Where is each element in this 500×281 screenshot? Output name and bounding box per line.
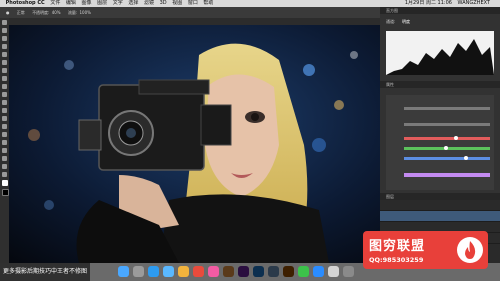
menu-bar: Photoshop CC 文件 编辑 图像 图层 文字 选择 滤镜 3D 视图 … [0,0,500,7]
mail-icon[interactable] [163,266,174,277]
crop-tool-icon[interactable] [2,52,7,57]
menu-edit[interactable]: 编辑 [66,0,76,7]
username[interactable]: WANGZHEXT [458,0,490,7]
app-icon[interactable] [343,266,354,277]
menu-file[interactable]: 文件 [50,0,60,7]
menu-window[interactable]: 窗口 [188,0,198,7]
tool-panel [0,18,9,263]
subtitle-caption: 更多摄影后期技巧中王者不修图 [0,263,91,281]
launchpad-icon[interactable] [133,266,144,277]
zoom-tool-icon[interactable] [2,172,7,177]
app-icon[interactable] [328,266,339,277]
opacity-value[interactable]: 40% [52,10,61,15]
watermark-title: 图穷联盟 [369,239,426,254]
menu-layer[interactable]: 图层 [97,0,107,7]
type-tool-icon[interactable] [2,140,7,145]
shape-tool-icon[interactable] [2,156,7,161]
itunes-icon[interactable] [208,266,219,277]
wechat-icon[interactable] [298,266,309,277]
histogram-graph [386,39,494,75]
watermark-qq: QQ:985303259 [369,256,424,264]
pen-tool-icon[interactable] [2,132,7,137]
right-panel: 直方图 通道: 明度 属性 图层 [380,7,500,263]
qq-icon[interactable] [313,266,324,277]
document-tab-bar[interactable] [9,18,380,25]
layer-row[interactable] [380,200,500,211]
menu-image[interactable]: 图像 [82,0,92,7]
lightroom-icon[interactable] [268,266,279,277]
channel-label: 通道: [386,19,396,24]
finder-icon[interactable] [118,266,129,277]
flow-value[interactable]: 100% [80,10,91,15]
history-brush-tool-icon[interactable] [2,92,7,97]
illustrator-icon[interactable] [283,266,294,277]
status-items: 1月29日 周二 11:06 WANGZHEXT [405,0,494,7]
photos-icon[interactable] [178,266,189,277]
hand-tool-icon[interactable] [2,164,7,169]
brand-watermark: 图穷联盟 QQ:985303259 [363,231,488,269]
path-select-tool-icon[interactable] [2,148,7,153]
menu-view[interactable]: 视图 [172,0,182,7]
properties-panel-tab[interactable]: 属性 [380,81,500,88]
bridge-icon[interactable] [223,266,234,277]
healing-brush-tool-icon[interactable] [2,68,7,73]
histogram-panel-tab[interactable]: 直方图 [380,7,500,14]
menu-filter[interactable]: 滤镜 [144,0,154,7]
brush-preset-icon[interactable]: ● [6,10,10,15]
menu-select[interactable]: 选择 [128,0,138,7]
dodge-tool-icon[interactable] [2,124,7,129]
layers-panel-tab[interactable]: 图层 [380,193,500,200]
photo-woman-with-camera [9,25,380,263]
menu-help[interactable]: 帮助 [203,0,213,7]
document-canvas[interactable] [9,25,380,263]
flame-logo-graphic [465,241,476,259]
app-name[interactable]: Photoshop CC [6,0,45,7]
clock: 1月29日 周二 11:06 [404,0,452,6]
background-color-swatch[interactable] [2,189,9,196]
blur-tool-icon[interactable] [2,116,7,121]
eraser-tool-icon[interactable] [2,100,7,105]
menu-3d[interactable]: 3D [160,0,167,7]
menu-type[interactable]: 文字 [113,0,123,7]
premiere-icon[interactable] [238,266,249,277]
flow-label: 流量: [67,10,78,15]
lasso-tool-icon[interactable] [2,36,7,41]
move-tool-icon[interactable] [2,20,7,25]
eyedropper-tool-icon[interactable] [2,60,7,65]
marquee-tool-icon[interactable] [2,28,7,33]
brush-tool-icon[interactable] [2,76,7,81]
histogram-display [386,31,494,75]
clone-stamp-tool-icon[interactable] [2,84,7,89]
layer-row[interactable] [380,211,500,222]
chrome-icon[interactable] [193,266,204,277]
foreground-color-swatch[interactable] [2,180,8,186]
flame-logo-icon [457,237,483,263]
gradient-tool-icon[interactable] [2,108,7,113]
options-bar: ● 正常 不透明度: 40% 流量: 100% [0,7,380,18]
channel-select[interactable]: 明度 [402,19,410,25]
safari-icon[interactable] [148,266,159,277]
quick-select-tool-icon[interactable] [2,44,7,49]
mode-select[interactable]: 正常 [17,10,25,15]
opacity-label: 不透明度: [32,10,50,15]
photoshop-icon[interactable] [253,266,264,277]
properties-controls [386,95,494,190]
